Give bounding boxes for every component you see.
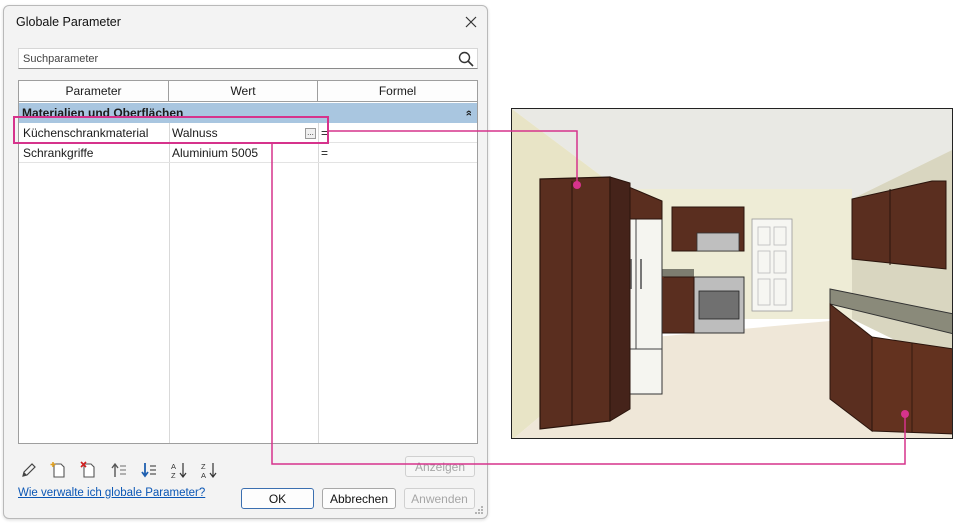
help-link[interactable]: Wie verwalte ich globale Parameter? xyxy=(18,487,205,499)
new-parameter-icon[interactable] xyxy=(50,461,68,479)
table-row[interactable]: Schrankgriffe Aluminium 5005 = xyxy=(19,144,477,163)
resize-grip-icon[interactable] xyxy=(474,505,484,515)
collapse-chevron-icon[interactable]: » xyxy=(459,110,479,116)
edit-icon[interactable] xyxy=(20,461,38,479)
column-divider xyxy=(318,123,319,443)
row-highlight-frame xyxy=(13,116,329,144)
svg-text:A: A xyxy=(171,462,176,471)
column-header-parameter[interactable]: Parameter xyxy=(19,81,169,102)
svg-text:A: A xyxy=(201,471,206,479)
parameter-name-cell[interactable]: Schrankgriffe xyxy=(19,144,169,163)
cancel-button[interactable]: Abbrechen xyxy=(322,488,396,509)
delete-parameter-icon[interactable] xyxy=(80,461,98,479)
parameter-value-cell[interactable]: Aluminium 5005 xyxy=(170,144,318,163)
kitchen-render-image xyxy=(511,108,953,439)
show-button[interactable]: Anzeigen xyxy=(405,456,475,477)
global-parameters-dialog: Globale Parameter Parameter Wert Formel … xyxy=(3,5,488,519)
sort-ascending-icon[interactable]: A Z xyxy=(170,461,188,479)
dialog-title: Globale Parameter xyxy=(16,15,121,29)
move-down-icon[interactable] xyxy=(140,461,158,479)
close-icon xyxy=(465,16,477,28)
move-up-icon[interactable] xyxy=(110,461,128,479)
apply-button[interactable]: Anwenden xyxy=(404,488,475,509)
search-input[interactable] xyxy=(21,50,451,67)
ok-button[interactable]: OK xyxy=(241,488,314,509)
column-header-formula[interactable]: Formel xyxy=(318,81,477,102)
close-button[interactable] xyxy=(460,12,482,32)
kitchen-3d-view xyxy=(512,109,952,438)
sort-descending-icon[interactable]: Z A xyxy=(200,461,218,479)
search-field[interactable] xyxy=(18,48,478,69)
parameter-formula-cell[interactable]: = xyxy=(319,124,477,143)
column-divider xyxy=(169,123,170,443)
svg-text:Z: Z xyxy=(171,471,176,479)
column-header-value[interactable]: Wert xyxy=(169,81,318,102)
search-icon[interactable] xyxy=(457,50,475,68)
parameter-formula-cell[interactable]: = xyxy=(319,144,477,163)
svg-text:Z: Z xyxy=(201,462,206,471)
